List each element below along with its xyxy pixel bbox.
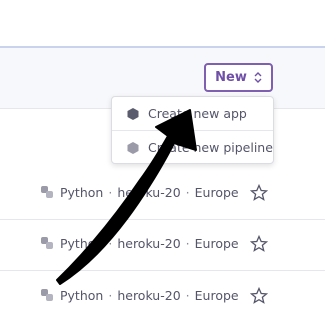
star-icon[interactable] bbox=[250, 287, 268, 305]
python-icon bbox=[41, 237, 53, 249]
new-button-label: New bbox=[215, 70, 247, 85]
row-divider bbox=[0, 219, 325, 220]
app-stack: heroku-20 bbox=[117, 184, 181, 200]
app-region: Europe bbox=[194, 235, 239, 251]
meta-separator: · bbox=[185, 235, 190, 251]
app-hexagon-icon bbox=[127, 107, 139, 120]
app-region: Europe bbox=[194, 184, 239, 200]
app-stack: heroku-20 bbox=[117, 287, 181, 303]
app-language: Python bbox=[60, 235, 104, 251]
create-new-pipeline-item[interactable]: Create new pipeline bbox=[112, 131, 273, 164]
app-language: Python bbox=[60, 184, 104, 200]
meta-separator: · bbox=[108, 287, 113, 303]
app-row-meta: Python · heroku-20 · Europe bbox=[40, 285, 239, 305]
meta-separator: · bbox=[185, 184, 190, 200]
python-icon bbox=[41, 186, 53, 198]
row-divider bbox=[0, 270, 325, 271]
create-new-app-item[interactable]: Create new app bbox=[112, 97, 273, 130]
app-row-meta: Python · heroku-20 · Europe bbox=[40, 233, 239, 253]
meta-separator: · bbox=[108, 184, 113, 200]
app-region: Europe bbox=[194, 287, 239, 303]
create-new-pipeline-label: Create new pipeline bbox=[148, 140, 273, 155]
star-icon[interactable] bbox=[250, 235, 268, 253]
star-icon[interactable] bbox=[250, 184, 268, 202]
new-button[interactable]: New bbox=[204, 63, 273, 92]
chevron-updown-icon bbox=[254, 72, 262, 83]
new-dropdown-menu: Create new app Create new pipeline bbox=[111, 96, 274, 164]
python-icon bbox=[41, 289, 53, 301]
app-language: Python bbox=[60, 287, 104, 303]
app-row-meta: Python · heroku-20 · Europe bbox=[40, 182, 239, 202]
meta-separator: · bbox=[185, 287, 190, 303]
meta-separator: · bbox=[108, 235, 113, 251]
pipeline-icon bbox=[127, 141, 139, 154]
app-stack: heroku-20 bbox=[117, 235, 181, 251]
create-new-app-label: Create new app bbox=[148, 106, 247, 121]
